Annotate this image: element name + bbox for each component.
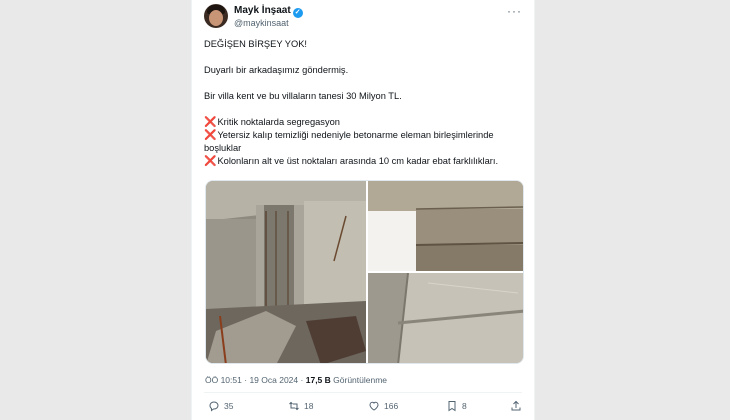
bullet-item: ❌Kritik noktalarda segregasyon (204, 117, 340, 128)
tweet-card: Mayk İnşaat ✓ @maykinsaat ··· DEĞİŞEN BİR… (191, 0, 535, 420)
bookmark-icon (448, 401, 456, 412)
bullet-item: ❌Yetersiz kalıp temizliği nedeniyle beto… (204, 130, 494, 153)
heart-icon (369, 401, 379, 411)
tweet-text: DEĞİŞEN BİRŞEY YOK! Duyarlı bir arkadaşı… (204, 38, 526, 168)
author-name[interactable]: Mayk İnşaat ✓ (234, 5, 303, 18)
tweet-header: Mayk İnşaat ✓ @maykinsaat ··· (204, 4, 524, 32)
action-bar: 35 18 166 8 (204, 400, 522, 416)
verified-badge-icon: ✓ (292, 8, 303, 18)
bullet-item: ❌Kolonların alt ve üst noktaları arasınd… (204, 156, 499, 167)
views-label: Görüntülenme (333, 375, 388, 385)
tweet-line: Duyarlı bir arkadaşımız göndermiş. (204, 65, 349, 75)
more-horizontal-icon[interactable]: ··· (507, 4, 522, 18)
views-count: 17,5 B (305, 375, 331, 385)
share-button[interactable] (510, 400, 526, 412)
tweet-date[interactable]: 19 Oca 2024 (249, 375, 298, 385)
media-grid (205, 180, 524, 364)
like-button[interactable]: 166 (368, 400, 398, 412)
cross-mark-icon: ❌ (204, 117, 217, 128)
cross-mark-icon: ❌ (204, 130, 217, 141)
photo-wall-corner[interactable] (368, 273, 523, 363)
tweet-line: DEĞİŞEN BİRŞEY YOK! (204, 39, 307, 49)
photo-column-joint[interactable] (368, 181, 523, 271)
photo-concrete-column[interactable] (206, 181, 366, 363)
reply-icon (209, 401, 219, 412)
retweet-button[interactable]: 18 (288, 400, 313, 412)
bookmark-button[interactable]: 8 (446, 400, 467, 412)
share-icon (511, 400, 521, 411)
tweet-line: Bir villa kent ve bu villaların tanesi 3… (204, 91, 402, 101)
tweet-meta: ÖÖ 10:51 · 19 Oca 2024 · 17,5 B Görüntül… (205, 375, 388, 385)
avatar[interactable] (204, 4, 228, 28)
reply-button[interactable]: 35 (208, 400, 233, 412)
author-handle[interactable]: @maykinsaat (234, 18, 289, 28)
divider (204, 392, 522, 393)
cross-mark-icon: ❌ (204, 156, 217, 167)
retweet-icon (289, 401, 299, 411)
tweet-time[interactable]: ÖÖ 10:51 (205, 375, 242, 385)
